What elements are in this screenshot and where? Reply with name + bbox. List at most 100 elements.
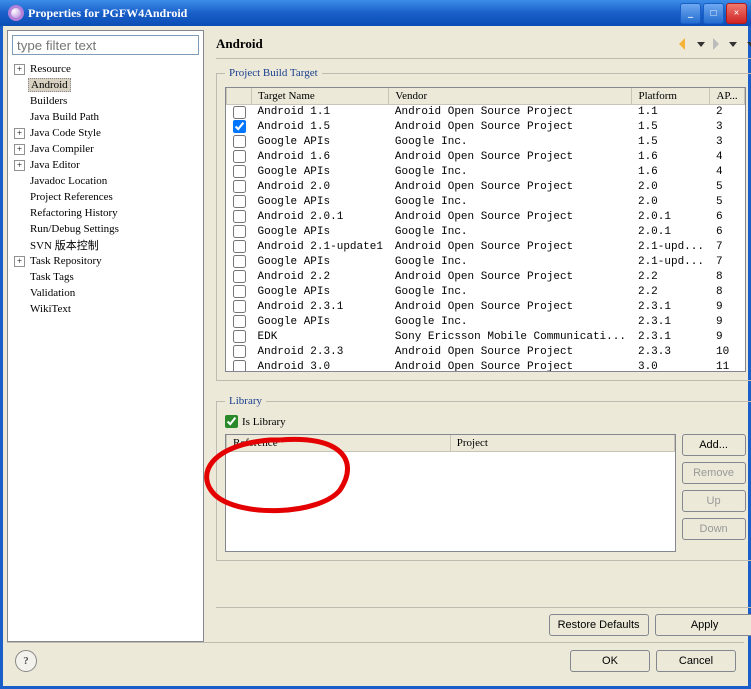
table-row[interactable]: Android 2.2Android Open Source Project2.… bbox=[227, 270, 745, 285]
tree-item[interactable]: WikiText bbox=[8, 301, 203, 317]
tree-item[interactable]: SVN 版本控制 bbox=[8, 237, 203, 253]
target-checkbox[interactable] bbox=[233, 240, 246, 253]
tree-item[interactable]: +Resource bbox=[8, 61, 203, 77]
column-header[interactable]: Vendor bbox=[389, 88, 632, 105]
table-row[interactable]: Google APIsGoogle Inc.2.3.19 bbox=[227, 315, 745, 330]
target-checkbox[interactable] bbox=[233, 330, 246, 343]
cell: 9 bbox=[710, 315, 744, 330]
table-row[interactable]: Android 3.0Android Open Source Project3.… bbox=[227, 360, 745, 373]
filter-input[interactable] bbox=[12, 35, 199, 55]
table-row[interactable]: Google APIsGoogle Inc.2.05 bbox=[227, 195, 745, 210]
table-row[interactable]: Google APIsGoogle Inc.1.64 bbox=[227, 165, 745, 180]
cell: Android 2.2 bbox=[252, 270, 389, 285]
table-row[interactable]: Google APIsGoogle Inc.1.53 bbox=[227, 135, 745, 150]
table-row[interactable]: Android 1.6Android Open Source Project1.… bbox=[227, 150, 745, 165]
minimize-button[interactable]: _ bbox=[680, 3, 701, 24]
forward-menu-icon[interactable] bbox=[729, 42, 737, 47]
back-button[interactable] bbox=[675, 36, 691, 52]
add-button[interactable]: Add... bbox=[682, 434, 746, 456]
is-library-checkbox[interactable]: Is Library bbox=[225, 415, 746, 428]
tree-item[interactable]: Builders bbox=[8, 93, 203, 109]
expand-icon[interactable]: + bbox=[14, 256, 25, 267]
target-checkbox[interactable] bbox=[233, 255, 246, 268]
table-row[interactable]: Android 1.5Android Open Source Project1.… bbox=[227, 120, 745, 135]
target-checkbox[interactable] bbox=[233, 165, 246, 178]
tree-item[interactable]: +Java Editor bbox=[8, 157, 203, 173]
target-checkbox[interactable] bbox=[233, 225, 246, 238]
table-row[interactable]: Android 2.0.1Android Open Source Project… bbox=[227, 210, 745, 225]
expand-icon[interactable]: + bbox=[14, 160, 25, 171]
column-header[interactable]: Project bbox=[450, 435, 674, 452]
tree-item[interactable]: Refactoring History bbox=[8, 205, 203, 221]
window-title: Properties for PGFW4Android bbox=[28, 6, 680, 21]
table-row[interactable]: Google APIsGoogle Inc.2.28 bbox=[227, 285, 745, 300]
column-header[interactable]: Reference bbox=[227, 435, 451, 452]
target-checkbox[interactable] bbox=[233, 315, 246, 328]
cell: Google Inc. bbox=[389, 225, 632, 240]
tree-item-label: Builders bbox=[28, 95, 69, 107]
down-button[interactable]: Down bbox=[682, 518, 746, 540]
remove-button[interactable]: Remove bbox=[682, 462, 746, 484]
table-row[interactable]: Android 2.1-update1Android Open Source P… bbox=[227, 240, 745, 255]
tree-item[interactable]: Java Build Path bbox=[8, 109, 203, 125]
cell: Google APIs bbox=[252, 255, 389, 270]
ok-button[interactable]: OK bbox=[570, 650, 650, 672]
target-checkbox[interactable] bbox=[233, 135, 246, 148]
back-menu-icon[interactable] bbox=[697, 42, 705, 47]
target-checkbox[interactable] bbox=[233, 150, 246, 163]
table-row[interactable]: Google APIsGoogle Inc.2.0.16 bbox=[227, 225, 745, 240]
tree-item[interactable]: Project References bbox=[8, 189, 203, 205]
up-button[interactable]: Up bbox=[682, 490, 746, 512]
table-row[interactable]: EDKSony Ericsson Mobile Communicati...2.… bbox=[227, 330, 745, 345]
target-checkbox[interactable] bbox=[233, 106, 246, 119]
column-header[interactable]: Target Name bbox=[252, 88, 389, 105]
help-icon[interactable]: ? bbox=[15, 650, 37, 672]
table-row[interactable]: Android 2.0Android Open Source Project2.… bbox=[227, 180, 745, 195]
build-target-table[interactable]: Target NameVendorPlatformAP... Android 1… bbox=[226, 88, 745, 372]
restore-defaults-button[interactable]: Restore Defaults bbox=[549, 614, 649, 636]
table-row[interactable]: Android 1.1Android Open Source Project1.… bbox=[227, 105, 745, 120]
tree-item[interactable]: Task Tags bbox=[8, 269, 203, 285]
target-checkbox[interactable] bbox=[233, 345, 246, 358]
cell: 9 bbox=[710, 330, 744, 345]
cell: Android 2.0 bbox=[252, 180, 389, 195]
target-checkbox[interactable] bbox=[233, 270, 246, 283]
tree-item[interactable]: Run/Debug Settings bbox=[8, 221, 203, 237]
column-header[interactable]: AP... bbox=[710, 88, 744, 105]
tree-item[interactable]: Javadoc Location bbox=[8, 173, 203, 189]
table-row[interactable]: Android 2.3.1Android Open Source Project… bbox=[227, 300, 745, 315]
target-checkbox[interactable] bbox=[233, 180, 246, 193]
cell: 2.2 bbox=[632, 270, 710, 285]
tree-item[interactable]: +Java Compiler bbox=[8, 141, 203, 157]
target-checkbox[interactable] bbox=[233, 300, 246, 313]
is-library-input[interactable] bbox=[225, 415, 238, 428]
tree-item-label: Resource bbox=[28, 63, 73, 75]
cell: Google Inc. bbox=[389, 315, 632, 330]
expand-icon[interactable]: + bbox=[14, 128, 25, 139]
target-checkbox[interactable] bbox=[233, 195, 246, 208]
tree-item[interactable]: +Task Repository bbox=[8, 253, 203, 269]
maximize-button[interactable]: □ bbox=[703, 3, 724, 24]
target-checkbox[interactable] bbox=[233, 360, 246, 372]
target-checkbox[interactable] bbox=[233, 210, 246, 223]
apply-button[interactable]: Apply bbox=[655, 614, 751, 636]
cancel-button[interactable]: Cancel bbox=[656, 650, 736, 672]
tree-item[interactable]: Validation bbox=[8, 285, 203, 301]
target-checkbox[interactable] bbox=[233, 285, 246, 298]
cell: Android Open Source Project bbox=[389, 210, 632, 225]
build-target-legend: Project Build Target bbox=[225, 67, 322, 79]
expand-icon[interactable]: + bbox=[14, 64, 25, 75]
expand-icon[interactable]: + bbox=[14, 144, 25, 155]
view-menu-icon[interactable] bbox=[747, 42, 751, 47]
table-row[interactable]: Android 2.3.3Android Open Source Project… bbox=[227, 345, 745, 360]
column-header[interactable]: Platform bbox=[632, 88, 710, 105]
tree-item[interactable]: Android bbox=[8, 77, 203, 93]
forward-button[interactable] bbox=[707, 36, 723, 52]
reference-table[interactable]: ReferenceProject bbox=[226, 435, 675, 452]
close-button[interactable]: × bbox=[726, 3, 747, 24]
table-row[interactable]: Google APIsGoogle Inc.2.1-upd...7 bbox=[227, 255, 745, 270]
target-checkbox[interactable] bbox=[233, 120, 246, 133]
category-tree[interactable]: +ResourceAndroidBuildersJava Build Path+… bbox=[8, 59, 203, 641]
tree-item[interactable]: +Java Code Style bbox=[8, 125, 203, 141]
cell: 2.0 bbox=[632, 180, 710, 195]
